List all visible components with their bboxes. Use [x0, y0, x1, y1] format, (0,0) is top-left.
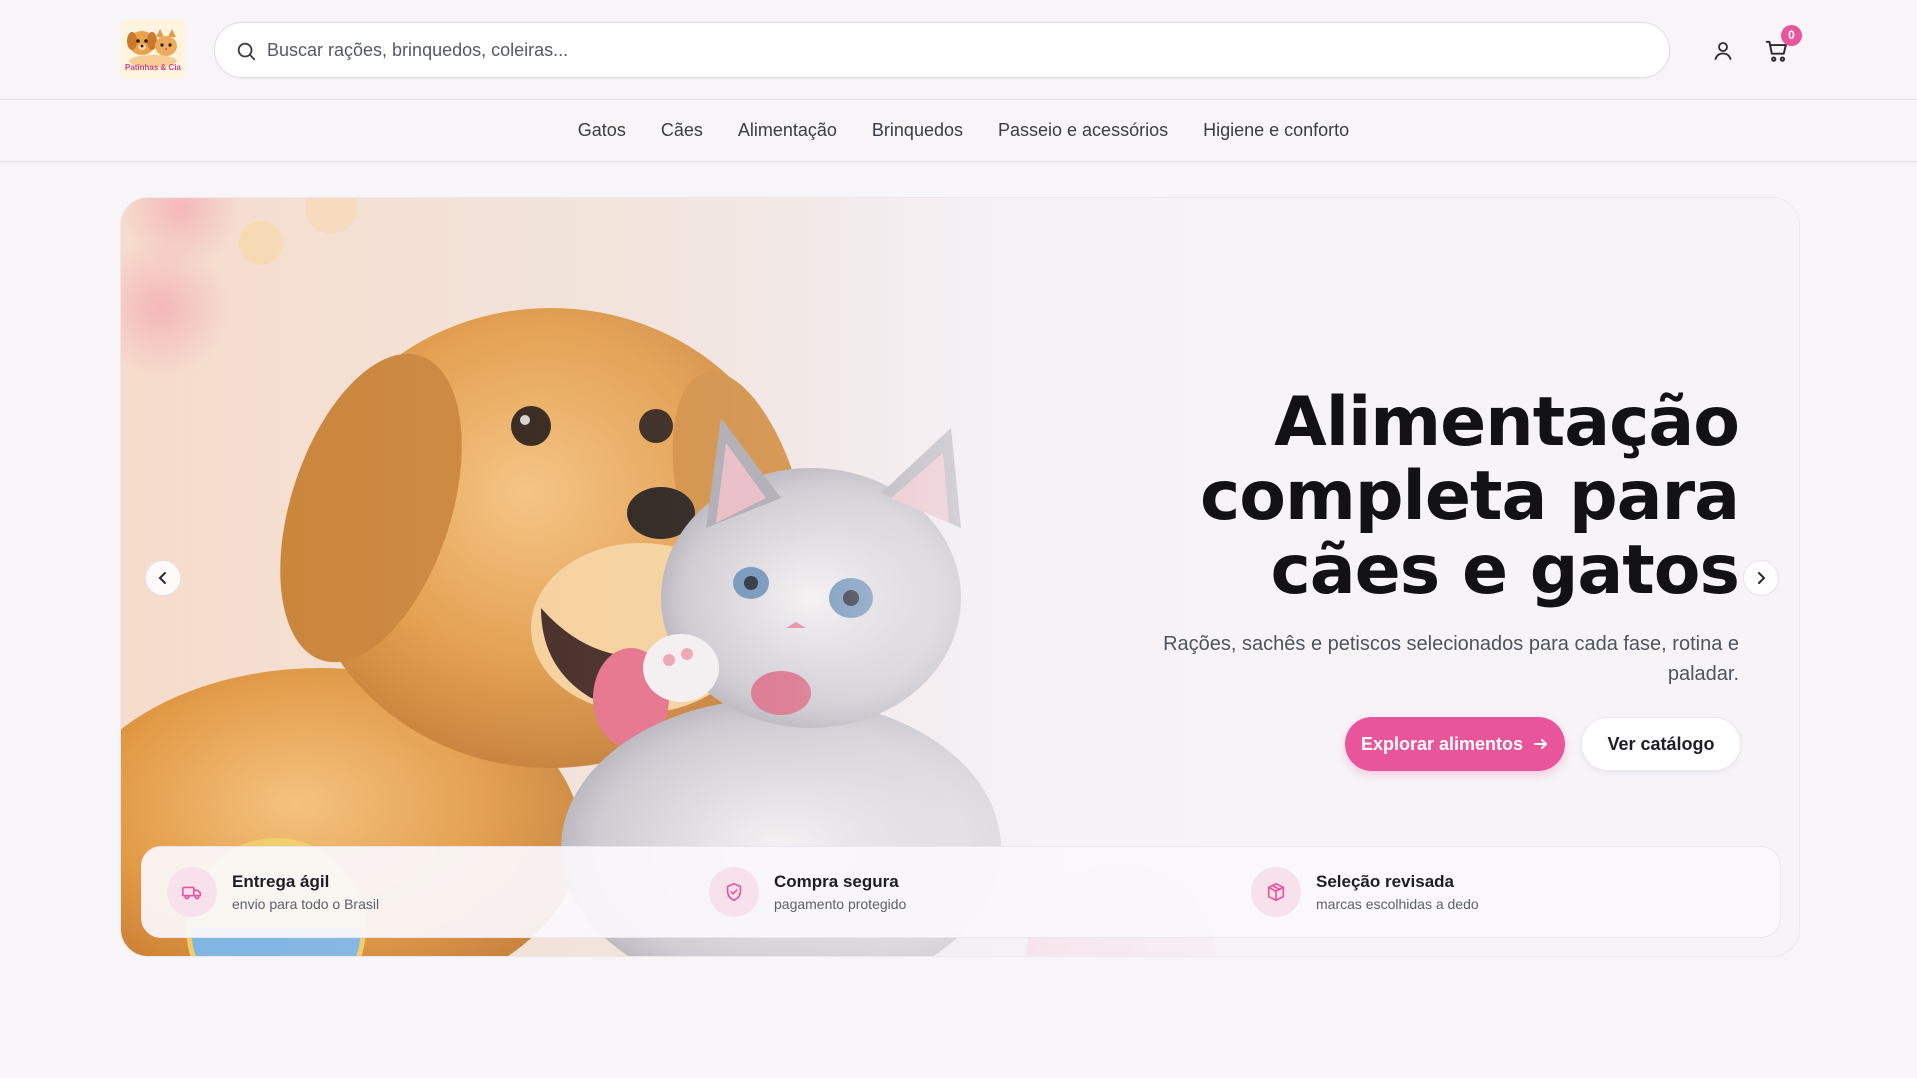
explore-food-label: Explorar alimentos: [1360, 733, 1524, 754]
feature-curated-icon-bg: [1251, 867, 1301, 917]
search-icon: [237, 42, 256, 61]
feature-delivery-subtitle: envio para todo o Brasil: [232, 896, 380, 912]
features-bar: Entrega ágil envio para todo o Brasil Co…: [141, 846, 1781, 938]
nav-item-gatos[interactable]: Gatos: [578, 120, 626, 141]
hero-title: Alimentação completa para cães e gatos: [1059, 383, 1740, 610]
feature-delivery-icon-bg: [167, 867, 217, 917]
carousel-next-button[interactable]: [1743, 560, 1779, 596]
feature-secure-title: Compra segura: [774, 872, 899, 891]
view-catalog-button[interactable]: Ver catálogo: [1581, 717, 1741, 771]
search-bar[interactable]: [214, 22, 1670, 78]
nav-item-caes[interactable]: Cães: [661, 120, 703, 141]
arrow-right-icon: [1534, 739, 1548, 749]
hero-banner: Alimentação completa para cães e gatos R…: [120, 197, 1800, 957]
user-icon[interactable]: [1711, 39, 1735, 63]
nav-item-brinquedos[interactable]: Brinquedos: [872, 120, 963, 141]
nav-item-alimentacao[interactable]: Alimentação: [738, 120, 837, 141]
hero-title-line-3: cães e gatos: [1270, 531, 1740, 610]
carousel-prev-button[interactable]: [145, 560, 181, 596]
feature-secure-subtitle: pagamento protegido: [774, 896, 907, 912]
logo-text: Patinhas & Cia: [124, 63, 181, 72]
explore-food-button[interactable]: Explorar alimentos: [1345, 717, 1565, 771]
feature-secure-icon-bg: [709, 867, 759, 917]
search-input[interactable]: [267, 23, 1647, 77]
feature-delivery-title: Entrega ágil: [232, 872, 330, 891]
truck-icon: [182, 886, 202, 900]
category-nav: Gatos Cães Alimentação Brinquedos Passei…: [0, 100, 1917, 162]
hero-title-line-1: Alimentação: [1274, 383, 1740, 462]
box-icon: [1267, 882, 1285, 902]
shield-check-icon: [726, 882, 742, 902]
chevron-right-icon: [1758, 572, 1766, 584]
hero-title-line-2: completa para: [1199, 457, 1740, 536]
feature-curated-subtitle: marcas escolhidas a dedo: [1316, 896, 1479, 912]
nav-item-higiene[interactable]: Higiene e conforto: [1203, 120, 1349, 141]
brand-logo[interactable]: Patinhas & Cia: [120, 19, 186, 79]
chevron-left-icon: [158, 572, 166, 584]
cart-count-badge: 0: [1781, 25, 1802, 46]
hero-subtitle: Rações, sachês e petiscos selecionados p…: [1163, 633, 1739, 685]
nav-item-passeio[interactable]: Passeio e acessórios: [998, 120, 1168, 141]
feature-curated-title: Seleção revisada: [1316, 872, 1454, 891]
site-header: Patinhas & Cia 0: [0, 0, 1917, 100]
